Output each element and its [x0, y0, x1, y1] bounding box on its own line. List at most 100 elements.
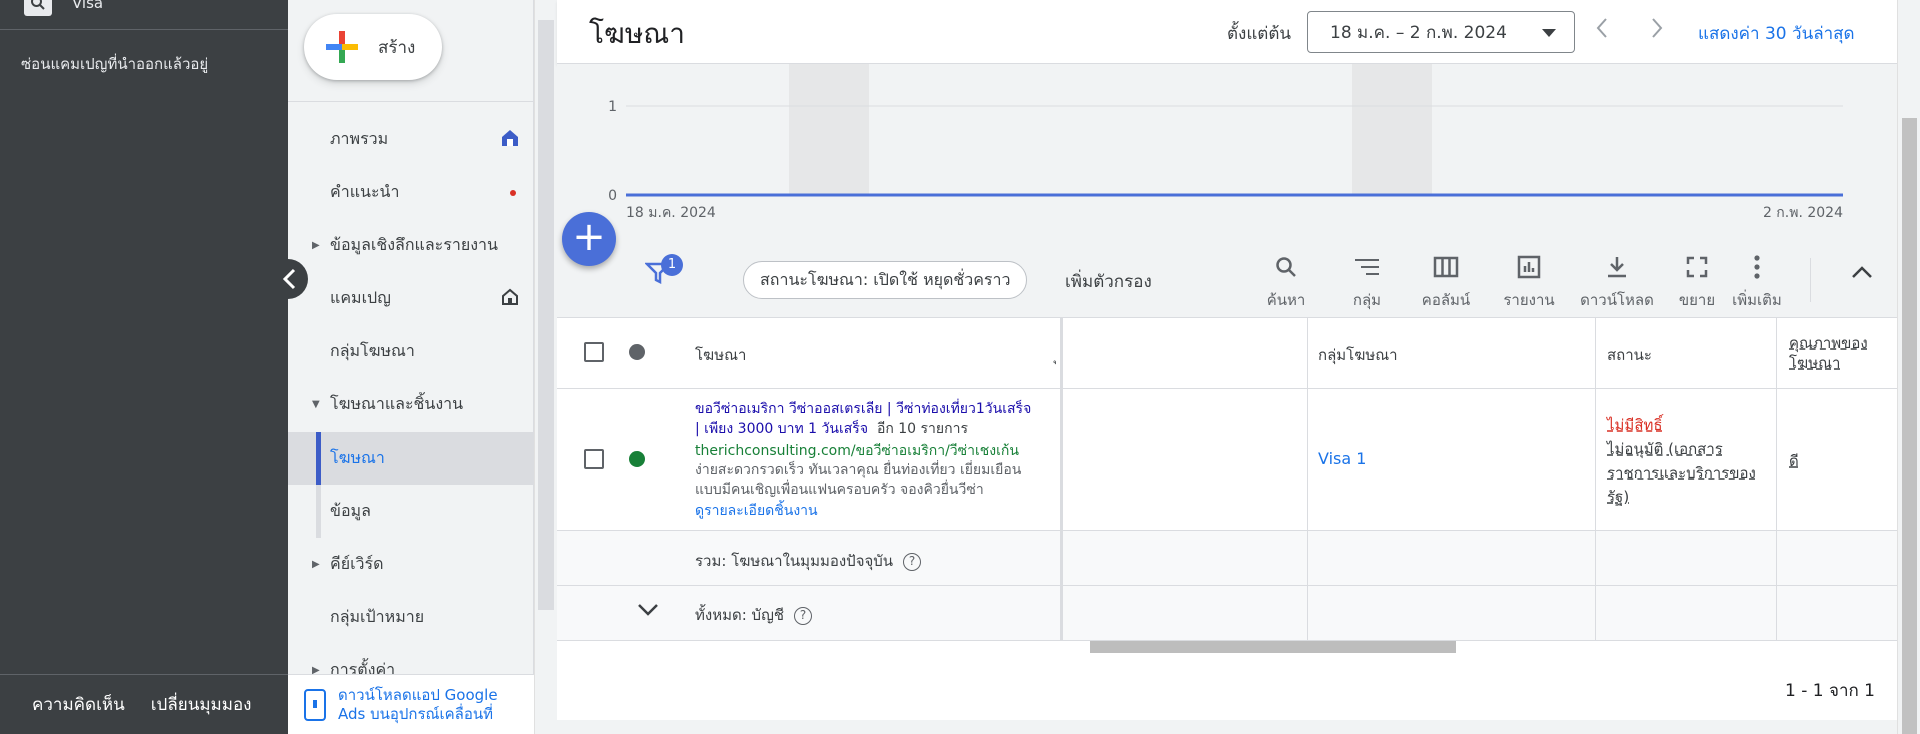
nav-item-audiences[interactable]: กลุ่มเป้าหมาย	[288, 591, 534, 644]
nav-item-ads[interactable]: โฆษณา	[288, 432, 534, 485]
nav-label: ภาพรวม	[330, 129, 389, 148]
divider	[0, 29, 288, 30]
help-icon[interactable]: ?	[903, 553, 922, 571]
download-app-banner[interactable]: ดาวน์โหลดแอป Google Ads บนอุปกรณ์เคลื่อน…	[288, 674, 534, 734]
status-not-eligible[interactable]: ไม่มีสิทธิ์	[1607, 413, 1663, 437]
y-tick-label: 0	[608, 188, 617, 204]
add-filter-button[interactable]: เพิ่มตัวกรอง	[1065, 268, 1152, 295]
nav-item-insights[interactable]: ▶ ข้อมูลเชิงลึกและรายงาน	[288, 219, 534, 272]
row-checkbox[interactable]	[584, 449, 604, 469]
table-horizontal-scrollbar[interactable]	[1090, 641, 1456, 653]
nav-item-overview[interactable]: ภาพรวม	[288, 113, 534, 166]
download-icon	[1608, 257, 1626, 278]
switch-view-link[interactable]: เปลี่ยนมุมมอง	[151, 691, 252, 718]
nav-item-ad-groups[interactable]: กลุ่มโฆษณา	[288, 325, 534, 378]
summary-label: รวม: โฆษณาในมุมมองปัจจุบัน?	[695, 549, 922, 573]
hidden-campaigns-toggle[interactable]: ซ่อนแคมเปญที่นำออกแล้วอยู่	[21, 52, 208, 76]
account-header[interactable]: Visa	[24, 0, 103, 18]
create-button[interactable]: สร้าง	[304, 14, 442, 80]
rail-footer: ความคิดเห็น เปลี่ยนมุมมอง	[0, 674, 288, 734]
summary-row-current-view: รวม: โฆษณาในมุมมองปัจจุบัน?	[557, 531, 1897, 586]
column-header-ad-quality[interactable]: คุณภาพของโฆษณา	[1789, 333, 1879, 373]
expand-totals-button[interactable]	[637, 602, 659, 621]
tool-label: คอลัมน์	[1421, 291, 1471, 309]
ad-group-link[interactable]: Visa 1	[1318, 449, 1366, 468]
nav-scrollbar[interactable]	[534, 0, 556, 734]
frozen-column-divider	[1060, 389, 1063, 530]
ad-description: ง่ายสะดวกรวดเร็ว ทันเวลาคุณ ยื่นท่องเที่…	[695, 462, 1022, 498]
nav-item-keywords[interactable]: ▶ คีย์เวิร์ด	[288, 538, 534, 591]
status-enabled-dot[interactable]	[629, 451, 645, 467]
nav-label: คีย์เวิร์ด	[330, 554, 384, 573]
help-icon[interactable]: ?	[794, 607, 813, 625]
filter-chip[interactable]: สถานะโฆษณา: เปิดใช้ หยุดชั่วคราว	[743, 261, 1027, 299]
filter-count-badge: 1	[661, 254, 683, 276]
column-divider	[1595, 389, 1596, 530]
feedback-link[interactable]: ความคิดเห็น	[32, 691, 125, 718]
page-header: โฆษณา ตั้งแต่ต้น 18 ม.ค. – 2 ก.พ. 2024 แ…	[557, 0, 1897, 64]
download-button[interactable]: ดาวน์โหลด	[1577, 252, 1657, 312]
google-plus-icon	[326, 31, 358, 63]
notification-dot	[510, 189, 516, 196]
nav-item-recommendations[interactable]: คำแนะนำ	[288, 166, 534, 219]
next-period-button[interactable]	[1650, 16, 1664, 47]
nav-item-campaigns[interactable]: แคมเปญ	[288, 272, 534, 325]
nav-label: ข้อมูล	[330, 501, 371, 520]
ad-quality-value[interactable]: ดี	[1789, 449, 1799, 473]
search-icon	[1276, 257, 1296, 277]
column-divider	[1776, 531, 1777, 585]
nav-item-ads-assets[interactable]: ▼ โฆษณาและชิ้นงาน	[288, 378, 534, 431]
select-all-checkbox[interactable]	[584, 342, 604, 362]
frozen-column-divider	[1060, 586, 1063, 640]
reports-icon	[1517, 255, 1541, 279]
add-ad-fab[interactable]: +	[562, 212, 616, 266]
date-range-label: ตั้งแต่ต้น	[1227, 24, 1291, 44]
collapse-chart-button[interactable]	[1851, 264, 1873, 283]
divider	[288, 101, 534, 102]
column-divider	[1307, 531, 1308, 585]
summary-row-account: ทั้งหมด: บัญชี?	[557, 586, 1897, 641]
column-header-ad[interactable]: โฆษณา	[695, 343, 746, 367]
date-range-value: 18 ม.ค. – 2 ก.พ. 2024	[1330, 22, 1507, 43]
chevron-left-icon	[1596, 18, 1607, 38]
table-toolbar: 1 สถานะโฆษณา: เปิดใช้ หยุดชั่วคราว เพิ่ม…	[557, 240, 1897, 318]
search-button[interactable]: ค้นหา	[1246, 252, 1326, 312]
table-row: ขอวีซ่าอเมริกา วีซ่าออสเตรเลีย | วีซ่าท่…	[557, 389, 1897, 531]
column-divider	[1307, 586, 1308, 640]
previous-period-button[interactable]	[1595, 16, 1609, 47]
show-last-30-days-link[interactable]: แสดงค่า 30 วันล่าสุด	[1698, 20, 1855, 47]
account-name: Visa	[72, 0, 104, 12]
scrollbar-thumb[interactable]	[538, 20, 554, 610]
nav-label: โฆษณา	[330, 448, 385, 467]
chevron-right-icon	[1652, 18, 1663, 38]
column-header-status[interactable]: สถานะ	[1607, 343, 1652, 367]
reports-button[interactable]: รายงาน	[1489, 252, 1569, 312]
x-tick-label-start: 18 ม.ค. 2024	[626, 205, 716, 221]
ad-more-count: อีก 10 รายการ	[876, 421, 968, 437]
pagination-summary: 1 - 1 จาก 1	[1785, 681, 1875, 701]
download-app-link[interactable]: ดาวน์โหลดแอป Google Ads บนอุปกรณ์เคลื่อน…	[338, 686, 508, 724]
segment-button[interactable]: กลุ่ม	[1327, 252, 1407, 312]
table-header-row: โฆษณา ุ กลุ่มโฆษณา สถานะ คุณภาพของโฆษณา	[557, 318, 1897, 389]
columns-button[interactable]: คอลัมน์	[1406, 252, 1486, 312]
ad-headline-text: ขอวีซ่าอเมริกา วีซ่าออสเตรเลีย | วีซ่าท่…	[695, 401, 1032, 437]
view-asset-details-link[interactable]: ดูรายละเอียดชิ้นงาน	[695, 500, 818, 522]
expand-icon	[1686, 256, 1708, 278]
segment-icon	[1355, 259, 1379, 275]
more-vert-icon	[1754, 255, 1760, 279]
nav-label: กลุ่มโฆษณา	[330, 341, 415, 360]
column-header-ad-group[interactable]: กลุ่มโฆษณา	[1318, 343, 1398, 367]
status-disapproved-reason[interactable]: ไม่อนุมัติ (เอกสารราชการและบริการของรัฐ)	[1607, 437, 1757, 509]
home-icon	[500, 128, 520, 152]
chevron-down-icon	[638, 604, 658, 616]
page-scrollbar[interactable]	[1897, 0, 1920, 734]
ad-headline[interactable]: ขอวีซ่าอเมริกา วีซ่าออสเตรเลีย | วีซ่าท่…	[695, 399, 1035, 439]
create-label: สร้าง	[378, 37, 416, 58]
more-button[interactable]: เพิ่มเติม	[1717, 252, 1797, 312]
nav-label: โฆษณาและชิ้นงาน	[330, 394, 464, 413]
date-range-picker[interactable]: 18 ม.ค. – 2 ก.พ. 2024	[1307, 11, 1575, 53]
scrollbar-thumb[interactable]	[1902, 118, 1917, 734]
phone-icon	[304, 688, 326, 721]
nav-item-assets[interactable]: ข้อมูล	[288, 485, 534, 538]
tool-label: ค้นหา	[1266, 291, 1306, 309]
